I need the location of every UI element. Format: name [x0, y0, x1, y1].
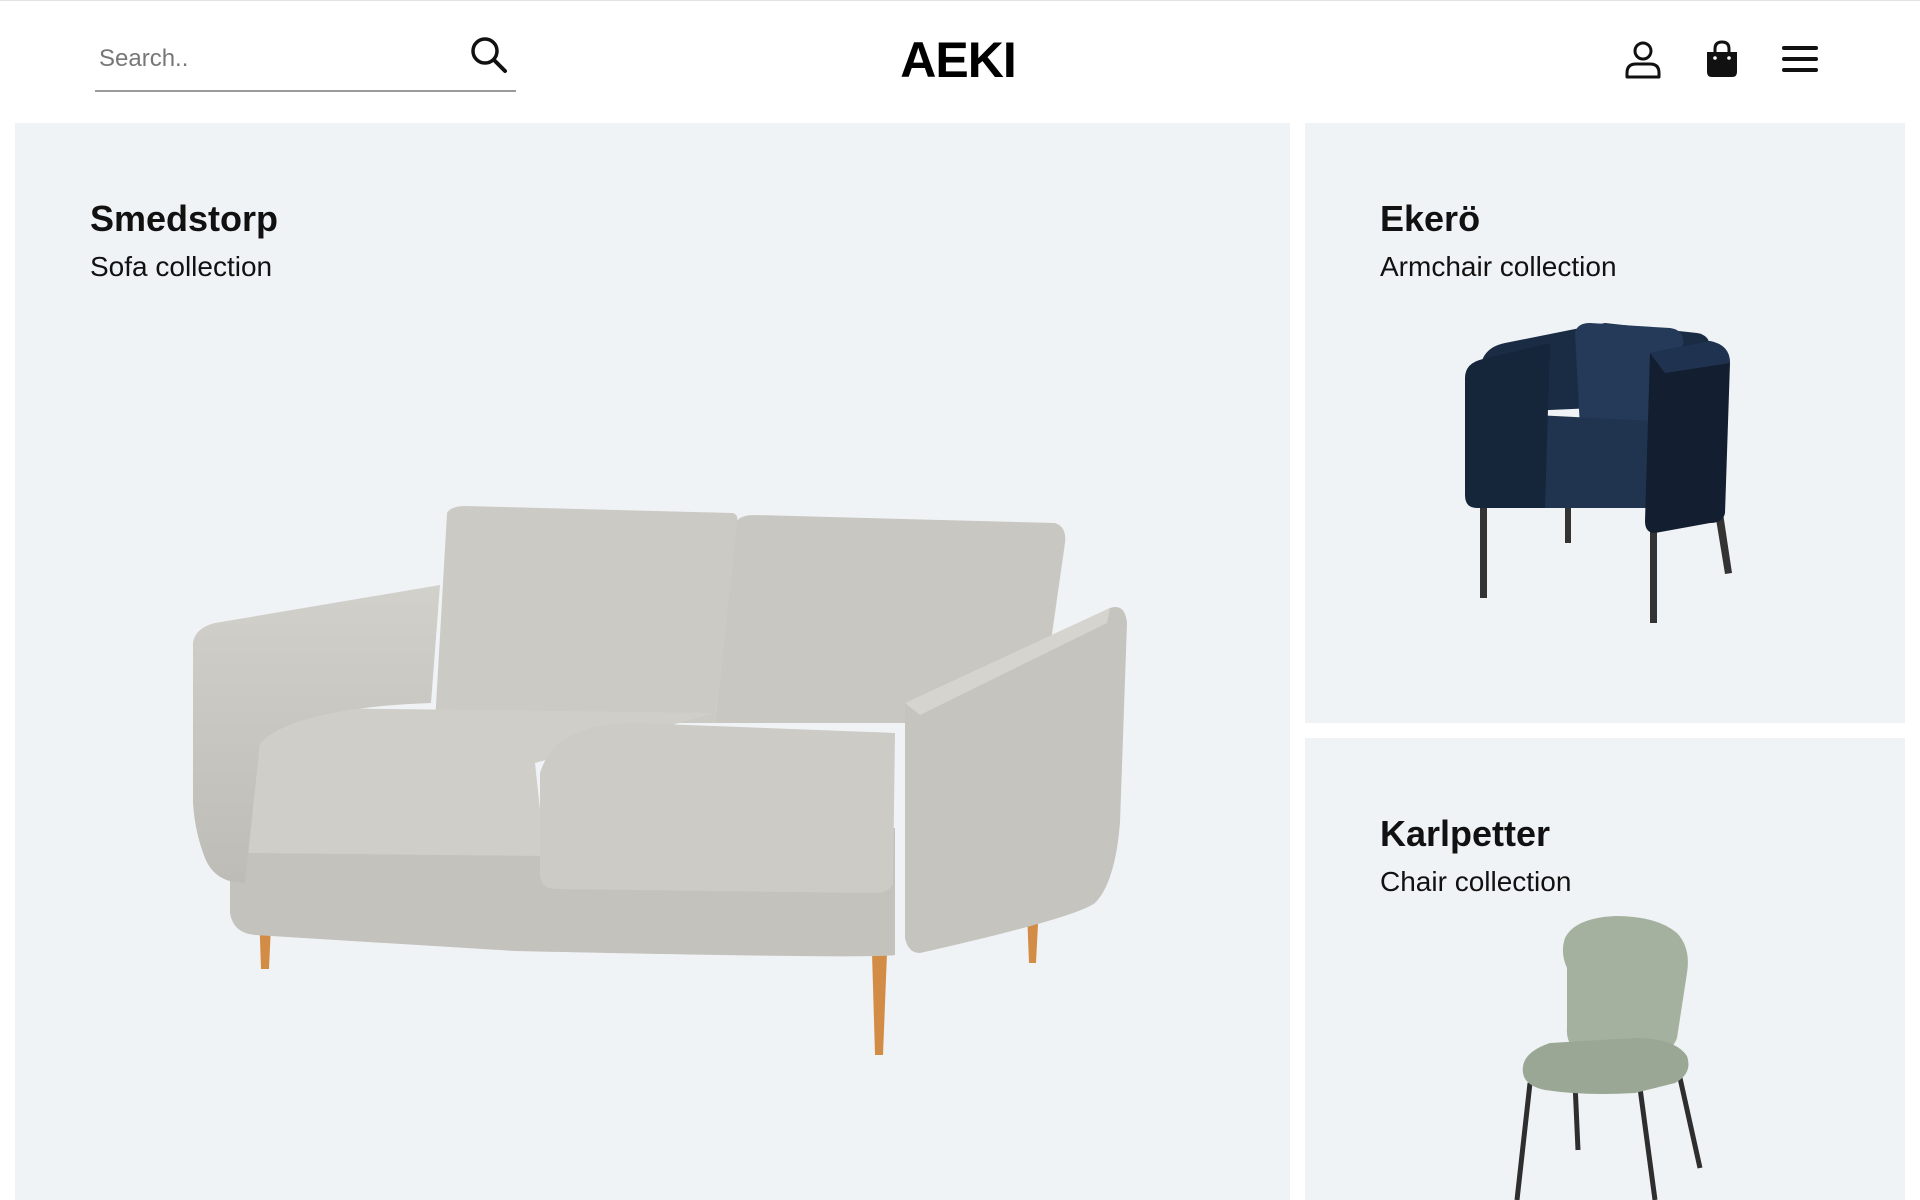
search-bar	[95, 33, 516, 92]
shopping-bag-icon[interactable]	[1702, 39, 1742, 79]
search-input[interactable]	[99, 39, 449, 79]
chair-image	[1514, 916, 1703, 1200]
site-header: AEKI	[0, 1, 1920, 122]
menu-icon[interactable]	[1780, 39, 1820, 79]
collection-card-ekero[interactable]: Ekerö Armchair collection	[1305, 123, 1905, 723]
search-icon[interactable]	[467, 33, 511, 77]
sofa-image	[193, 506, 1127, 1055]
collection-card-karlpetter[interactable]: Karlpetter Chair collection	[1305, 738, 1905, 1200]
user-icon[interactable]	[1623, 39, 1663, 79]
collection-card-smedstorp[interactable]: Smedstorp Sofa collection	[15, 123, 1290, 1200]
site-logo[interactable]: AEKI	[858, 31, 1058, 89]
armchair-image	[1465, 323, 1732, 623]
